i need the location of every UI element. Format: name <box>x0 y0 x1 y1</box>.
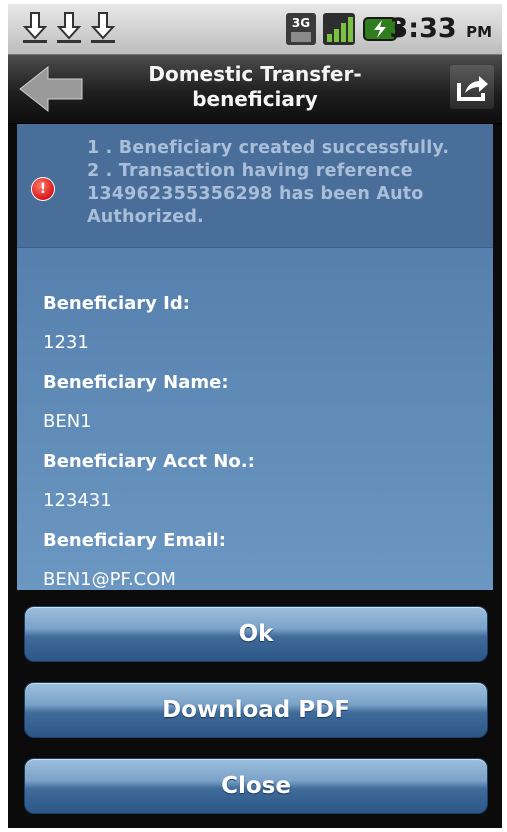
share-icon <box>457 76 488 101</box>
clock-time: 3:33 <box>389 13 457 44</box>
message-line: 2 . Transaction having reference <box>87 161 413 181</box>
message-box: ! 1 . Beneficiary created successfully. … <box>17 124 493 248</box>
back-arrow-icon[interactable] <box>18 65 84 113</box>
page-title-line2: beneficiary <box>192 87 318 111</box>
beneficiary-acct-label: Beneficiary Acct No.: <box>43 451 255 472</box>
network-label: 3G <box>292 16 310 30</box>
beneficiary-details: Beneficiary Id: 1231 Beneficiary Name: B… <box>43 284 483 590</box>
clock-ampm: PM <box>466 23 492 41</box>
title-bar: Domestic Transfer- beneficiary <box>8 55 502 124</box>
status-bar: 3G 3:33 PM <box>8 4 502 55</box>
download-icon <box>56 12 82 43</box>
message-text: 1 . Beneficiary created successfully. 2 … <box>87 137 487 229</box>
beneficiary-acct-value: 123431 <box>43 490 112 511</box>
clock: 3:33 PM <box>390 13 493 44</box>
page-title-line1: Domestic Transfer- <box>148 62 362 86</box>
page-title: Domestic Transfer- beneficiary <box>108 62 402 112</box>
beneficiary-email-value: BEN1@PF.COM <box>43 569 176 590</box>
beneficiary-name-label: Beneficiary Name: <box>43 372 229 393</box>
alert-icon: ! <box>31 177 55 201</box>
beneficiary-name-value: BEN1 <box>43 411 92 432</box>
ok-button[interactable]: Ok <box>24 606 488 662</box>
content-area[interactable]: ! 1 . Beneficiary created successfully. … <box>17 124 493 590</box>
message-line: Authorized. <box>87 207 204 227</box>
share-button[interactable] <box>450 65 494 109</box>
3g-icon: 3G <box>286 13 316 45</box>
message-line: 134962355356298 has been Auto <box>87 184 424 204</box>
beneficiary-id-label: Beneficiary Id: <box>43 293 190 314</box>
close-button[interactable]: Close <box>24 758 488 814</box>
beneficiary-id-value: 1231 <box>43 332 89 353</box>
beneficiary-email-label: Beneficiary Email: <box>43 530 226 551</box>
phone-screen: 3G 3:33 PM Domestic Transfer- beneficiar… <box>0 0 507 832</box>
download-icon <box>90 12 116 43</box>
signal-icon <box>323 13 355 45</box>
app-frame: 3G 3:33 PM Domestic Transfer- beneficiar… <box>8 4 502 828</box>
download-pdf-button[interactable]: Download PDF <box>24 682 488 738</box>
download-icon <box>22 12 48 43</box>
message-line: 1 . Beneficiary created successfully. <box>87 138 450 158</box>
